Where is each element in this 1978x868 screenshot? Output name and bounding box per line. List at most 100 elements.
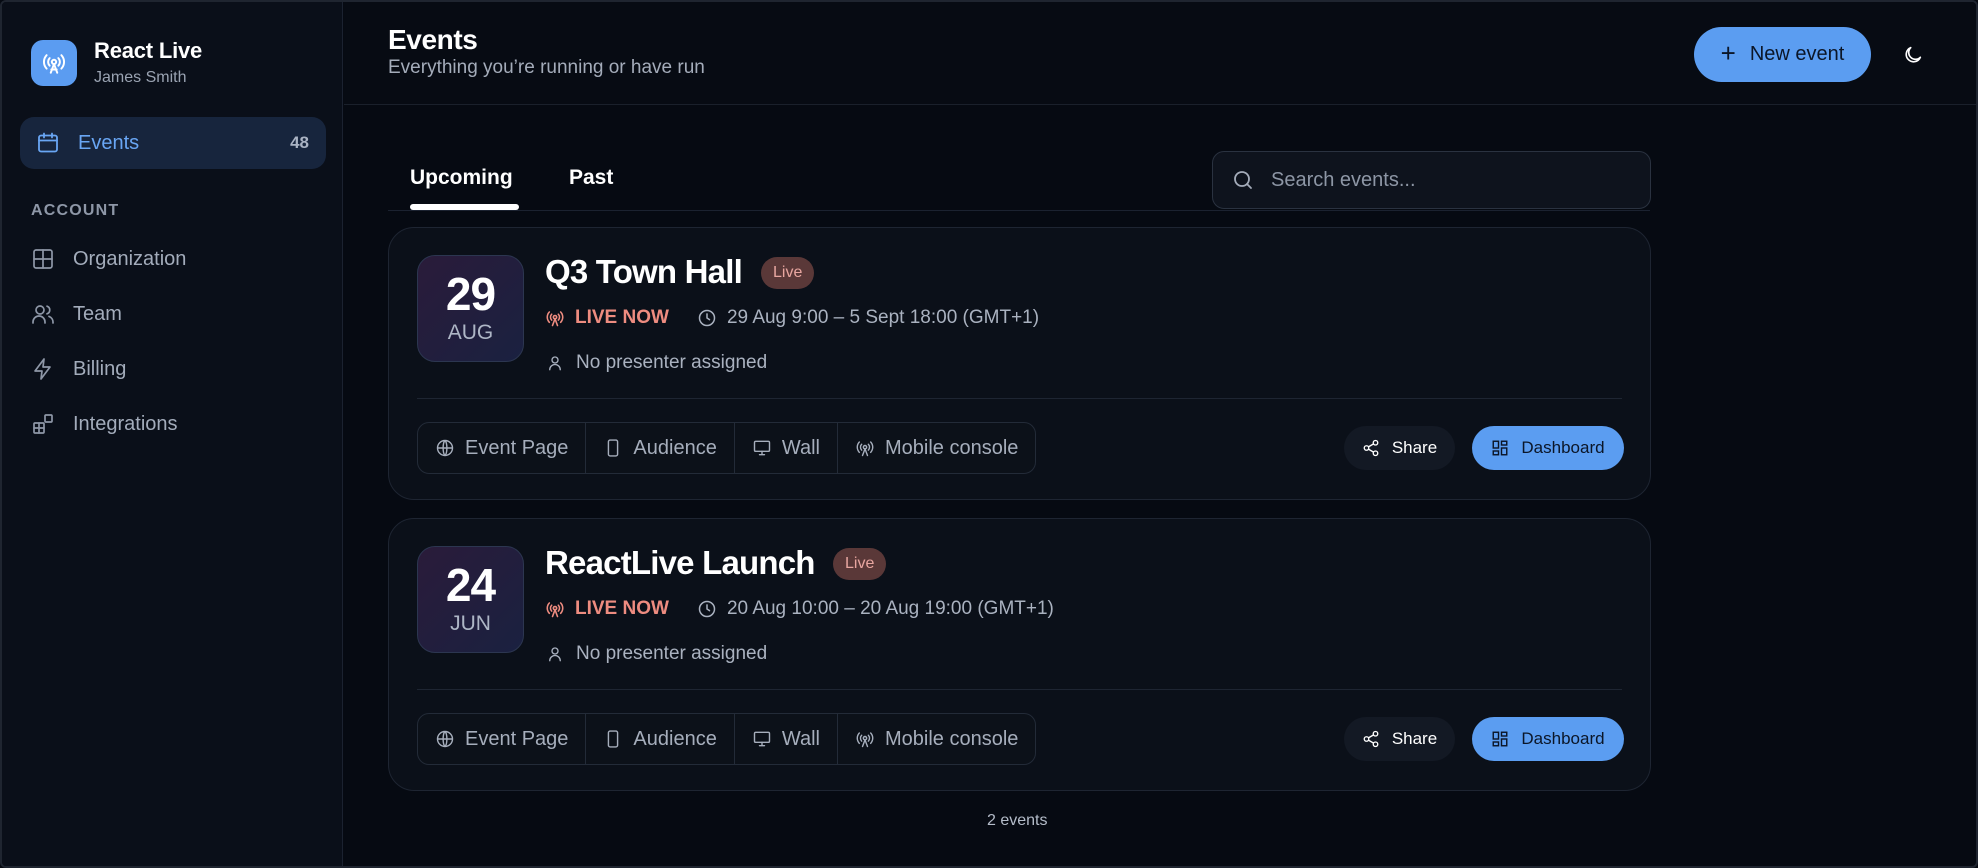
audience-label: Audience: [633, 727, 717, 750]
smartphone-icon: [603, 438, 623, 458]
sidebar-item-label: Billing: [73, 357, 127, 380]
monitor-icon: [752, 729, 772, 749]
event-month: JUN: [450, 612, 491, 635]
active-tab-indicator: [410, 204, 519, 210]
broadcast-icon: [855, 438, 875, 458]
tab-past[interactable]: Past: [569, 166, 613, 190]
event-status-row: LIVE NOW 20 Aug 10:00 – 20 Aug 19:00 (GM…: [545, 598, 1054, 620]
event-day: 29: [445, 268, 496, 320]
broadcast-icon: [855, 729, 875, 749]
clock-icon: [697, 599, 717, 619]
tab-upcoming[interactable]: Upcoming: [410, 166, 513, 190]
mobile-console-label: Mobile console: [884, 436, 1019, 459]
event-page-label: Event Page: [465, 436, 569, 459]
sidebar-item-organization[interactable]: Organization: [31, 241, 186, 277]
wall-link[interactable]: Wall: [735, 423, 838, 473]
share-icon: [1362, 730, 1380, 748]
user-icon: [546, 645, 564, 663]
live-now-label: LIVE NOW: [575, 307, 669, 328]
wall-link[interactable]: Wall: [735, 714, 838, 764]
sidebar-item-label: Events: [78, 131, 140, 154]
moon-icon[interactable]: [1898, 40, 1928, 70]
wall-label: Wall: [781, 727, 820, 750]
sidebar-item-label: Integrations: [73, 412, 178, 435]
share-button[interactable]: Share: [1344, 717, 1455, 761]
brand[interactable]: React Live James Smith: [31, 38, 202, 87]
audience-link[interactable]: Audience: [586, 423, 735, 473]
dashboard-label: Dashboard: [1521, 729, 1605, 748]
sidebar-item-integrations[interactable]: Integrations: [31, 406, 178, 442]
event-page-link[interactable]: Event Page: [418, 423, 587, 473]
dashboard-icon: [1491, 730, 1509, 748]
monitor-icon: [752, 438, 772, 458]
live-now-label: LIVE NOW: [575, 598, 669, 619]
event-day: 24: [445, 559, 496, 611]
events-total-count: 2 events: [987, 812, 1048, 829]
audience-link[interactable]: Audience: [586, 714, 735, 764]
page-header: Events Everything you’re running or have…: [344, 2, 1976, 105]
share-label: Share: [1391, 729, 1438, 748]
user-name: James Smith: [94, 69, 187, 86]
event-time: 29 Aug 9:00 – 5 Sept 18:00 (GMT+1): [726, 307, 1040, 328]
card-divider: [417, 689, 1622, 690]
event-page-label: Event Page: [465, 727, 569, 750]
broadcast-icon: [545, 308, 565, 328]
share-icon: [1362, 439, 1380, 457]
sidebar-item-label: Team: [73, 302, 122, 325]
event-date-badge: 29 AUG: [417, 255, 524, 362]
presenter-row: No presenter assigned: [545, 352, 767, 374]
dashboard-label: Dashboard: [1521, 438, 1605, 457]
section-title-account: ACCOUNT: [31, 202, 120, 219]
mobile-console-link[interactable]: Mobile console: [838, 714, 1035, 764]
dashboard-button[interactable]: Dashboard: [1472, 717, 1624, 761]
calendar-icon: [36, 131, 60, 155]
event-time: 20 Aug 10:00 – 20 Aug 19:00 (GMT+1): [726, 598, 1054, 619]
app-window: React Live James Smith Events 48 ACCOUNT…: [0, 0, 1978, 868]
blocks-icon: [31, 412, 55, 436]
plus-icon: +: [1720, 37, 1736, 68]
share-label: Share: [1391, 438, 1438, 457]
clock-icon: [697, 308, 717, 328]
mobile-console-link[interactable]: Mobile console: [838, 423, 1035, 473]
globe-icon: [435, 438, 455, 458]
sidebar: React Live James Smith Events 48 ACCOUNT…: [2, 2, 343, 866]
broadcast-icon: [545, 599, 565, 619]
event-links: Event Page Audience Wall Mobile console: [417, 422, 1037, 474]
sidebar-item-events[interactable]: Events 48: [20, 117, 326, 169]
event-page-link[interactable]: Event Page: [418, 714, 587, 764]
new-event-label: New event: [1749, 43, 1845, 65]
lightning-icon: [31, 357, 55, 381]
event-date-badge: 24 JUN: [417, 546, 524, 653]
layout-grid-icon: [31, 247, 55, 271]
dashboard-button[interactable]: Dashboard: [1472, 426, 1624, 470]
event-links: Event Page Audience Wall Mobile console: [417, 713, 1037, 765]
live-badge: Live: [833, 548, 887, 580]
live-badge: Live: [761, 257, 815, 289]
user-icon: [546, 354, 564, 372]
event-title[interactable]: Q3 Town Hall: [545, 253, 743, 291]
search-icon: [1231, 168, 1255, 192]
mobile-console-label: Mobile console: [884, 727, 1019, 750]
share-button[interactable]: Share: [1344, 426, 1455, 470]
sidebar-item-team[interactable]: Team: [31, 296, 122, 332]
sidebar-item-billing[interactable]: Billing: [31, 351, 126, 387]
card-divider: [417, 398, 1622, 399]
users-icon: [31, 302, 55, 326]
events-count-badge: 48: [290, 133, 309, 152]
presenter-text: No presenter assigned: [576, 643, 768, 664]
search-input[interactable]: [1271, 168, 1641, 192]
smartphone-icon: [603, 729, 623, 749]
broadcast-logo-icon: [31, 39, 77, 86]
event-title[interactable]: ReactLive Launch: [545, 544, 815, 582]
event-card[interactable]: 24 JUN ReactLive Launch Live LIVE NOW 20…: [388, 518, 1651, 791]
new-event-button[interactable]: + New event: [1694, 27, 1871, 82]
event-card[interactable]: 29 AUG Q3 Town Hall Live LIVE NOW 29 Aug…: [388, 227, 1651, 500]
dashboard-icon: [1491, 439, 1509, 457]
sidebar-item-label: Organization: [73, 247, 187, 270]
event-status-row: LIVE NOW 29 Aug 9:00 – 5 Sept 18:00 (GMT…: [545, 307, 1039, 329]
presenter-text: No presenter assigned: [576, 352, 768, 373]
event-month: AUG: [447, 321, 494, 344]
wall-label: Wall: [781, 436, 820, 459]
presenter-row: No presenter assigned: [545, 643, 767, 665]
search-box[interactable]: [1212, 151, 1651, 209]
